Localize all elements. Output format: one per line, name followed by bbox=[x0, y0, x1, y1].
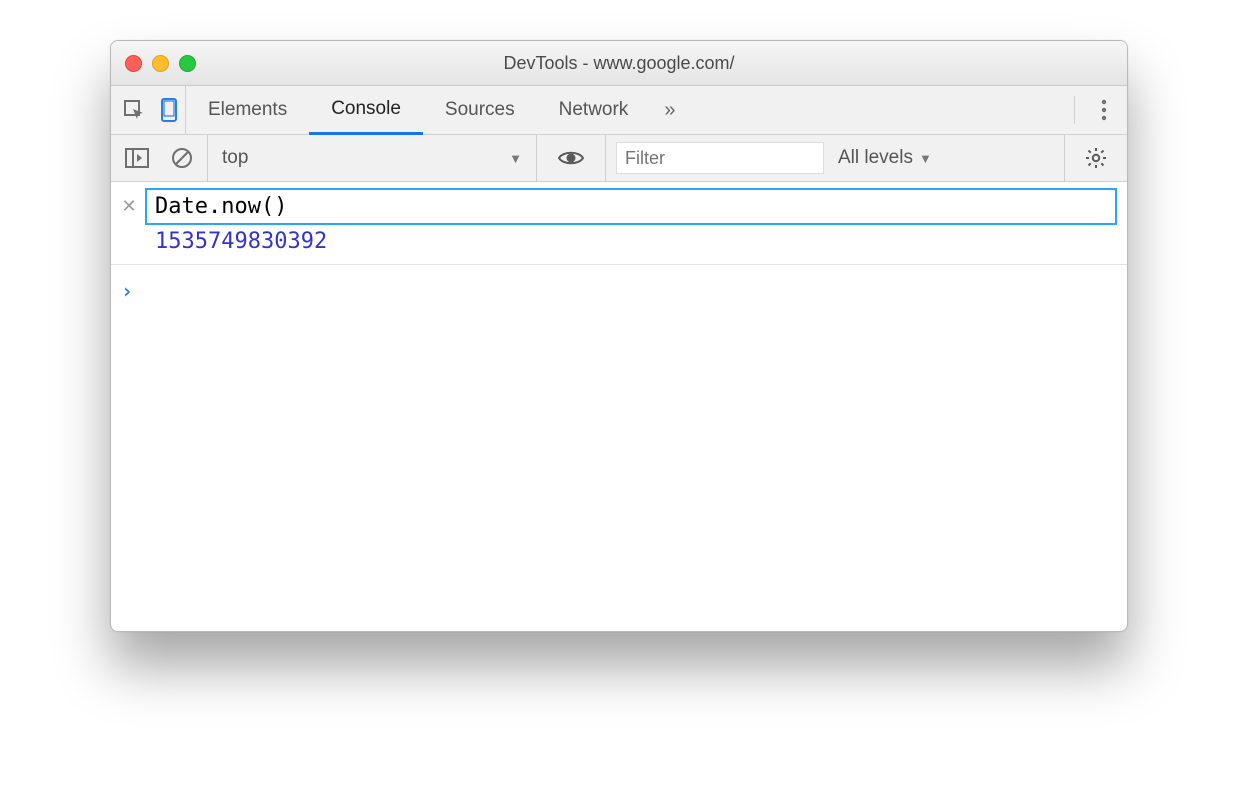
console-toolbar: top ▼ All levels ▼ bbox=[111, 135, 1127, 182]
filter-input[interactable] bbox=[616, 142, 824, 174]
clear-console-icon[interactable] bbox=[171, 147, 193, 169]
inspect-tools bbox=[111, 86, 186, 134]
context-label: top bbox=[222, 147, 248, 169]
log-levels-selector[interactable]: All levels ▼ bbox=[824, 147, 946, 169]
kebab-icon bbox=[1101, 99, 1107, 121]
live-expression-input[interactable]: Date.now() bbox=[145, 188, 1117, 225]
live-expression-icon[interactable] bbox=[557, 149, 585, 167]
tab-elements[interactable]: Elements bbox=[186, 86, 309, 134]
dropdown-icon: ▼ bbox=[919, 151, 932, 166]
dropdown-icon: ▼ bbox=[509, 151, 522, 166]
divider bbox=[1074, 96, 1075, 124]
live-expression-row: ✕ Date.now() bbox=[111, 182, 1127, 227]
traffic-lights bbox=[125, 55, 196, 72]
remove-expression-icon[interactable]: ✕ bbox=[121, 196, 137, 217]
prompt-chevron-icon: › bbox=[121, 279, 133, 303]
close-window-button[interactable] bbox=[125, 55, 142, 72]
more-options-button[interactable] bbox=[1081, 86, 1127, 134]
tab-console[interactable]: Console bbox=[309, 86, 423, 135]
chevron-right-double-icon: » bbox=[664, 99, 672, 122]
devtools-window: DevTools - www.google.com/ Elements Cons… bbox=[110, 40, 1128, 632]
tab-network[interactable]: Network bbox=[537, 86, 651, 134]
titlebar: DevTools - www.google.com/ bbox=[111, 41, 1127, 86]
live-expression-result: 1535749830392 bbox=[111, 227, 1127, 265]
console-prompt[interactable]: › bbox=[111, 265, 1127, 317]
context-selector[interactable]: top ▼ bbox=[207, 135, 537, 181]
minimize-window-button[interactable] bbox=[152, 55, 169, 72]
zoom-window-button[interactable] bbox=[179, 55, 196, 72]
gear-icon bbox=[1085, 147, 1107, 169]
tab-sources[interactable]: Sources bbox=[423, 86, 537, 134]
window-title: DevTools - www.google.com/ bbox=[111, 53, 1127, 74]
devtools-tabbar: Elements Console Sources Network » bbox=[111, 86, 1127, 135]
console-settings-icon[interactable] bbox=[1085, 147, 1107, 169]
console-body: ✕ Date.now() 1535749830392 › bbox=[111, 182, 1127, 317]
device-toolbar-icon[interactable] bbox=[159, 98, 179, 122]
panel-tabs: Elements Console Sources Network » bbox=[186, 86, 686, 134]
overflow-tabs-button[interactable]: » bbox=[650, 86, 686, 134]
show-console-sidebar-icon[interactable] bbox=[125, 148, 149, 168]
levels-label: All levels bbox=[838, 147, 913, 169]
inspect-element-icon[interactable] bbox=[123, 99, 145, 121]
